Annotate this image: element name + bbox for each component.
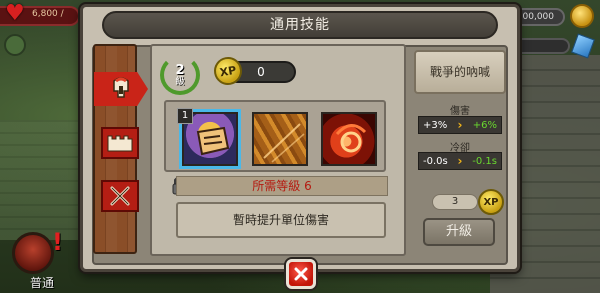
unit-avatar[interactable] [12,232,54,274]
castle-wall-icon [107,135,133,152]
slash-icon [263,123,305,163]
spartan-helmet-icon [113,77,129,98]
cooldown-old: -0.0s [423,155,448,167]
crossed-swords-icon [110,186,130,206]
damage-new: +6% [472,119,497,131]
requirement-text: 所需等級 6 [176,176,388,196]
modal-title: 通用技能 [102,11,498,39]
arrow-right-icon: › [457,154,463,168]
tab-weapons[interactable] [101,180,139,212]
xp-coin-icon: XP [478,189,504,215]
grass-field [0,120,85,240]
xp-icon-text: XP [483,196,499,208]
damage-stat-row: +3% › +6% [418,116,502,134]
close-icon [294,267,308,281]
cooldown-new: -0.1s [472,155,497,167]
skill-description: 暫時提升單位傷害 [176,202,386,238]
gold-coin-icon[interactable] [570,4,594,28]
cooldown-stat-row: -0.0s › -0.1s [418,152,502,170]
damage-old: +3% [423,119,448,131]
fireball-icon [335,124,367,153]
xp-value: 0 [257,65,265,79]
skill-slash[interactable] [252,112,308,166]
skill-name-button[interactable]: 戰爭的吶喊 [414,50,506,94]
upgrade-button[interactable]: 升級 [423,218,495,246]
tab-castle[interactable] [101,127,139,159]
skill-fire[interactable] [321,112,377,166]
health-value: 6,800 / [32,9,64,19]
skill-level-badge: 1 [177,108,193,124]
arrow-right-icon: › [457,118,463,132]
unit-label: 普通 [30,276,55,290]
level-label: 級 [175,76,185,87]
xp-icon-text: XP [218,63,238,79]
heart-icon: ♥ [5,1,25,26]
resource-icon [4,34,26,56]
level-badge: 2 級 [165,58,195,92]
alert-icon: ! [52,228,63,256]
level-value: 2 [175,62,185,78]
damage-label: 傷害 [450,106,470,117]
upgrade-cost: 3 [432,194,478,210]
close-button[interactable] [286,259,316,289]
tab-warrior[interactable] [94,72,148,106]
